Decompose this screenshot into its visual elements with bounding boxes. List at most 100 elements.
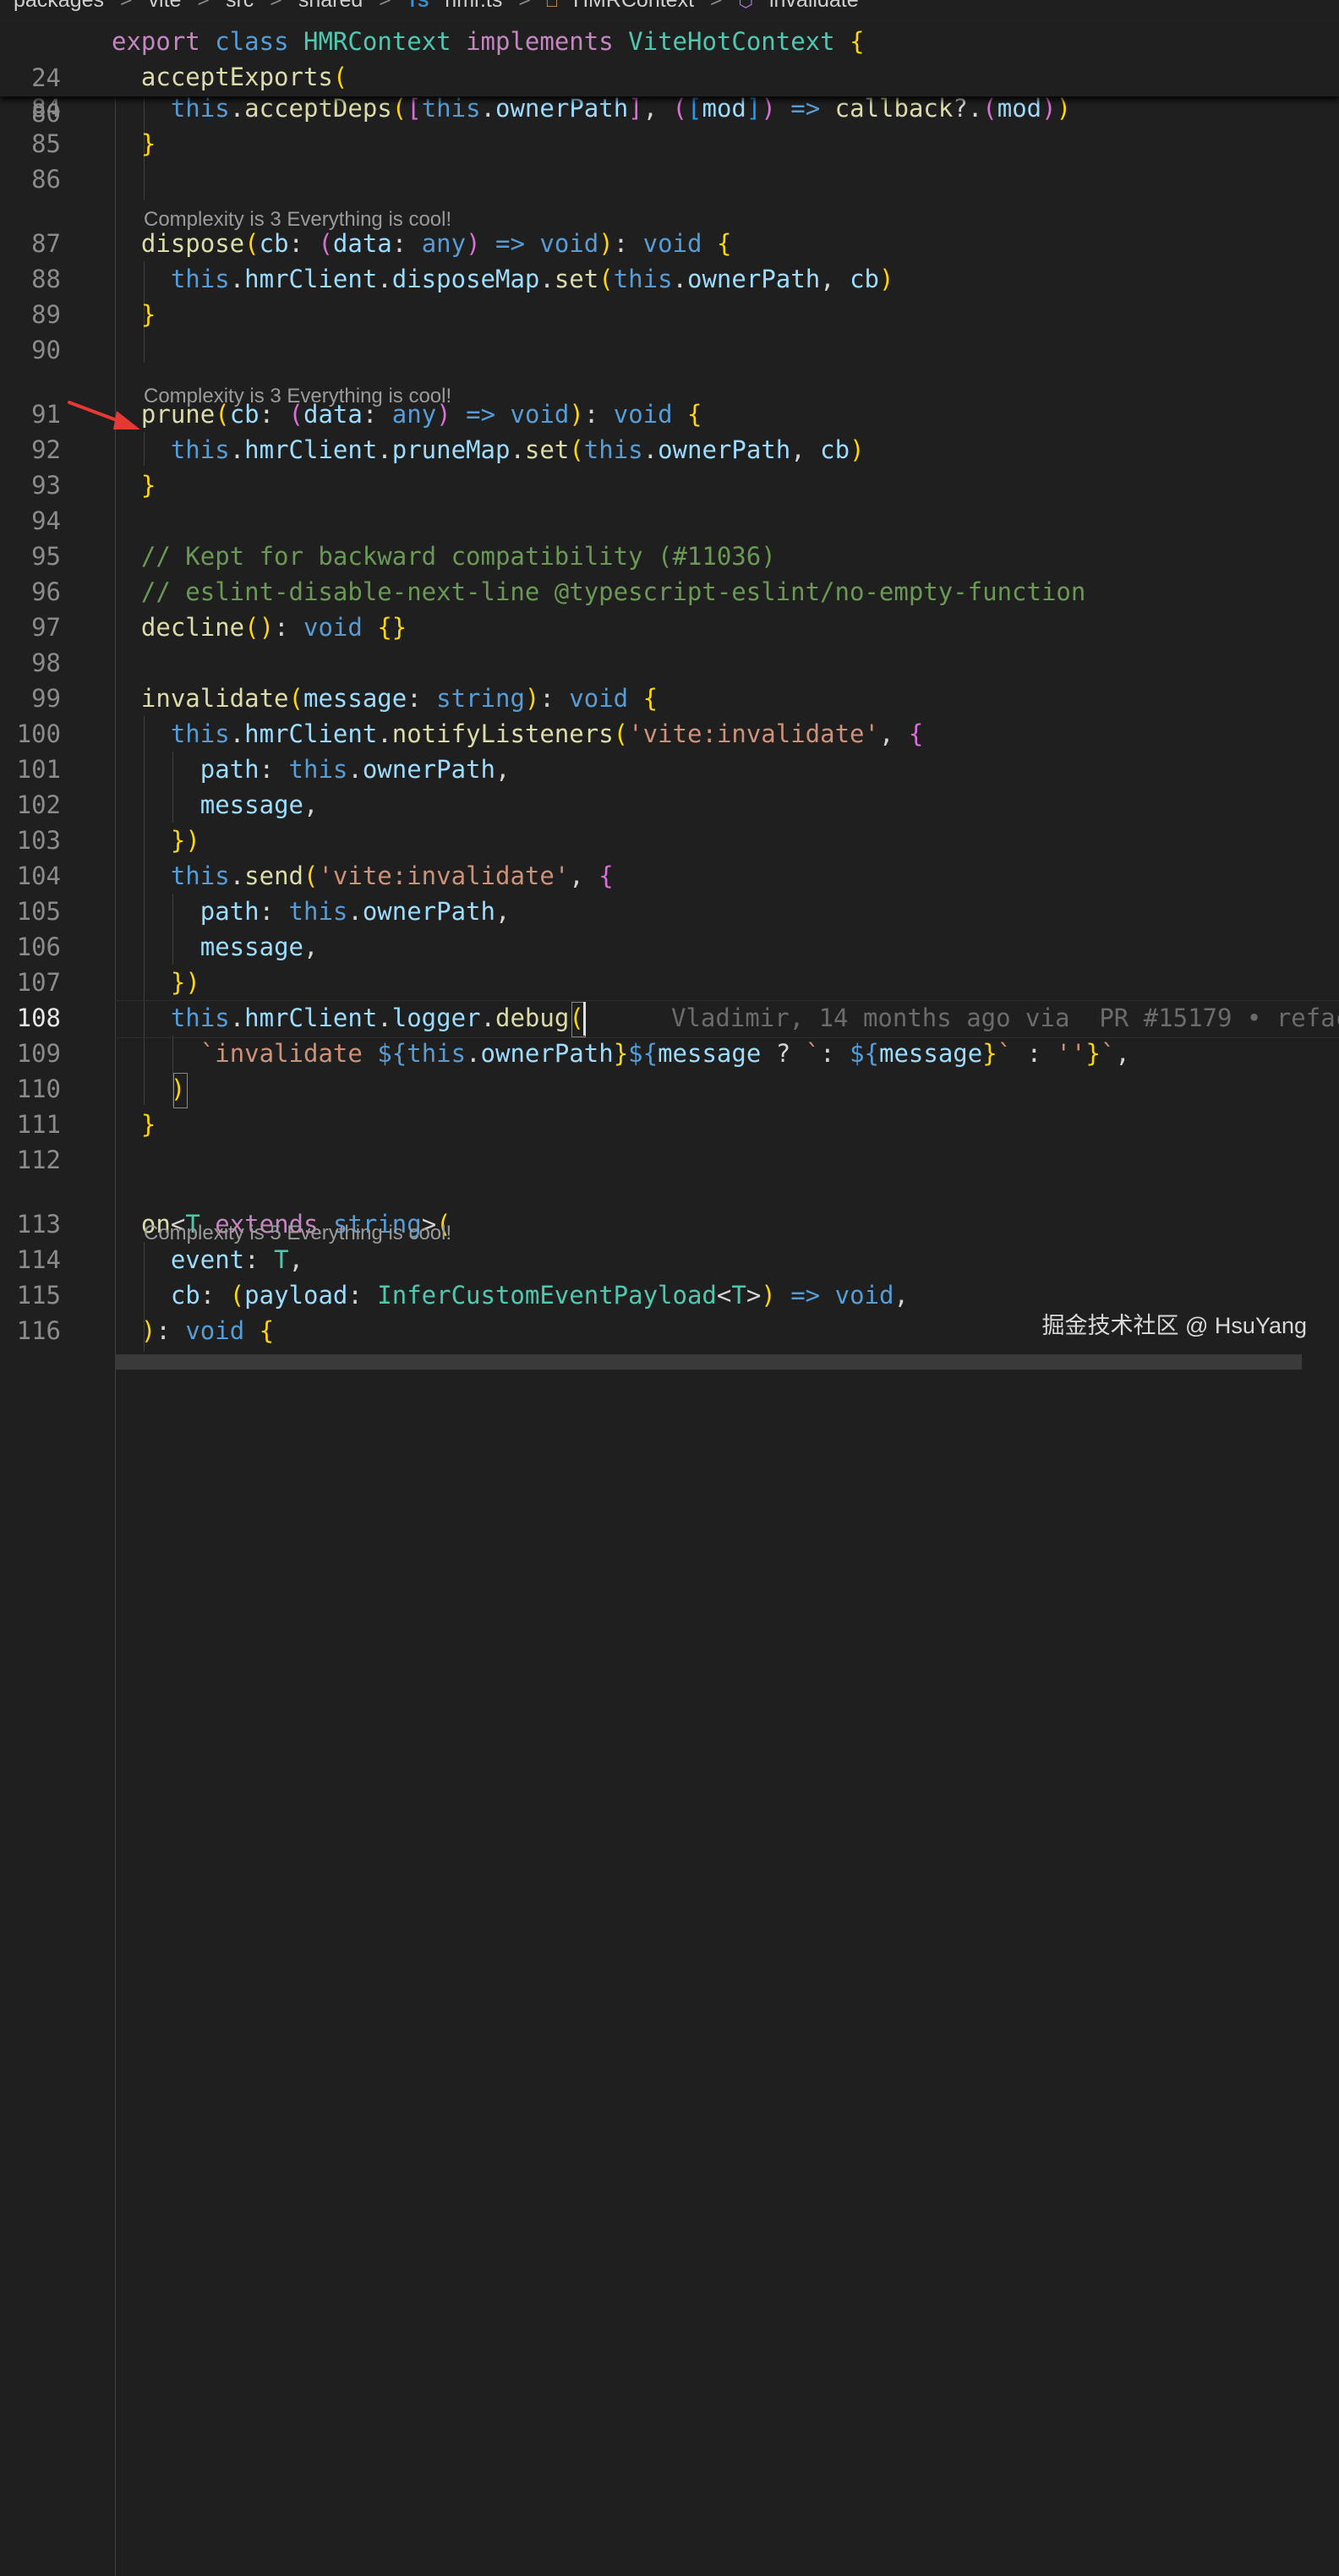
breadcrumb-separator: > [709,0,723,12]
line-number: 106 [16,933,61,961]
code-text: message, [199,790,319,819]
code-text: } [140,300,156,329]
code-line[interactable]: 89 } [0,297,1339,333]
breadcrumb-item[interactable]: shared [298,0,363,12]
code-line[interactable]: 102 message, [0,787,1339,823]
breadcrumb-item[interactable]: HMRContext [573,0,694,12]
code-text: this.hmrClient.logger.debug( [170,1004,584,1032]
breadcrumb-separator: > [270,0,282,12]
breadcrumb-separator: > [518,0,531,12]
line-number: 90 [31,336,61,364]
code-line[interactable]: 109 `invalidate ${this.ownerPath}${messa… [0,1036,1339,1072]
sticky-line[interactable]: 24 export class HMRContext implements Vi… [0,24,1339,92]
line-number: 114 [16,1245,61,1274]
breadcrumb-item[interactable]: hmr.ts [445,0,502,12]
breadcrumb-separator: > [119,0,133,12]
line-number: 87 [31,229,61,258]
line-number: 112 [16,1146,61,1174]
code-line[interactable]: 92 this.hmrClient.pruneMap.set(this.owne… [0,432,1339,468]
line-number: 92 [31,435,61,464]
code-text: path: this.ownerPath, [199,897,511,926]
code-lens[interactable]: Complexity is 3 Everything is cool! [144,382,451,411]
line-number: 97 [31,613,61,642]
code-line[interactable]: 85 } [0,126,1339,162]
code-line[interactable]: 112 [0,1142,1339,1179]
line-number: 107 [16,968,61,997]
code-line[interactable]: 101 path: this.ownerPath, [0,752,1339,788]
code-text: cb: (payload: InferCustomEventPayload<T>… [170,1281,909,1310]
line-number: 102 [16,790,61,819]
code-line[interactable]: 86 [0,161,1339,198]
breadcrumb-item[interactable]: packages [14,0,104,12]
breadcrumb-item[interactable]: src [226,0,254,12]
line-number: 101 [16,755,61,784]
arrow-annotation-icon [68,401,140,429]
method-icon: ⬡ [738,0,754,11]
code-line[interactable]: 105 path: this.ownerPath, [0,894,1339,930]
watermark: 掘金技术社区 @ HsuYang [1041,1313,1307,1338]
code-text: this.hmrClient.disposeMap.set(this.owner… [170,265,894,293]
line-number: 89 [31,300,61,329]
line-number: 80 [31,99,61,128]
breadcrumb-item[interactable]: invalidate [769,0,859,12]
code-line[interactable]: 103 }) [0,823,1339,859]
sticky-line[interactable]: 80 acceptExports( [0,59,1339,128]
code-line[interactable]: 97 decline(): void {} [0,610,1339,646]
sticky-scroll-header[interactable]: 24 export class HMRContext implements Vi… [0,24,1339,128]
code-lens[interactable]: Complexity is 5 Everything is cool! [144,1219,451,1248]
line-number: 100 [16,719,61,748]
code-lens[interactable]: Complexity is 3 Everything is cool! [144,205,451,234]
code-text: `invalidate ${this.ownerPath}${message ?… [199,1039,1130,1068]
line-number: 103 [16,826,61,855]
code-line[interactable]: 88 this.hmrClient.disposeMap.set(this.ow… [0,261,1339,298]
code-text: this.send('vite:invalidate', { [170,861,614,890]
code-text: acceptExports( [140,63,348,91]
code-line[interactable]: 96 // eslint-disable-next-line @typescri… [0,574,1339,610]
code-text: path: this.ownerPath, [199,755,511,784]
code-line[interactable]: 93 } [0,468,1339,504]
code-text: }) [170,968,200,997]
code-text: } [140,1110,156,1139]
code-line[interactable]: 110 ) [0,1071,1339,1108]
code-text: export class HMRContext implements ViteH… [112,27,865,56]
line-number: 116 [16,1316,61,1345]
code-text: this.hmrClient.notifyListeners('vite:inv… [170,719,924,748]
line-number: 108 [16,1004,61,1032]
code-text: // Kept for backward compatibility (#110… [140,542,776,571]
line-number: 96 [31,577,61,606]
code-text: }) [170,826,200,855]
code-text: ): void { [140,1316,275,1345]
line-number: 104 [16,861,61,890]
line-number: 95 [31,542,61,571]
breadcrumb-item[interactable]: vite [149,0,182,12]
code-text: message, [199,933,319,961]
code-line[interactable]: 98 [0,645,1339,681]
line-number: 109 [16,1039,61,1068]
code-line[interactable]: 94 [0,503,1339,539]
code-text: decline(): void {} [140,613,407,642]
code-line[interactable]: 106 message, [0,929,1339,965]
code-text: invalidate(message: string): void { [140,684,659,713]
code-text: } [140,129,156,158]
class-icon: □ [546,0,557,11]
code-line[interactable]: 100 this.hmrClient.notifyListeners('vite… [0,716,1339,752]
code-line[interactable]: 90 [0,332,1339,369]
line-number: 110 [16,1075,61,1103]
horizontal-scrollbar[interactable] [115,1354,1302,1370]
line-number: 113 [16,1210,61,1239]
line-number: 94 [31,506,61,535]
git-blame-annotation[interactable]: Vladimir, 14 months ago via PR #15179 • … [671,1000,1339,1036]
line-number: 105 [16,897,61,926]
line-number: 98 [31,648,61,677]
code-line[interactable]: 95 // Kept for backward compatibility (#… [0,539,1339,575]
code-line[interactable]: 99 invalidate(message: string): void { [0,681,1339,717]
code-text: // eslint-disable-next-line @typescript-… [140,577,1086,606]
code-line[interactable]: 111 } [0,1107,1339,1143]
line-number: 88 [31,265,61,293]
code-line[interactable]: 107 }) [0,965,1339,1001]
indent-guide [115,1206,116,2576]
breadcrumb-separator: > [197,0,210,12]
line-number: 115 [16,1281,61,1310]
code-line[interactable]: 104 this.send('vite:invalidate', { [0,858,1339,894]
code-text: } [140,471,156,500]
